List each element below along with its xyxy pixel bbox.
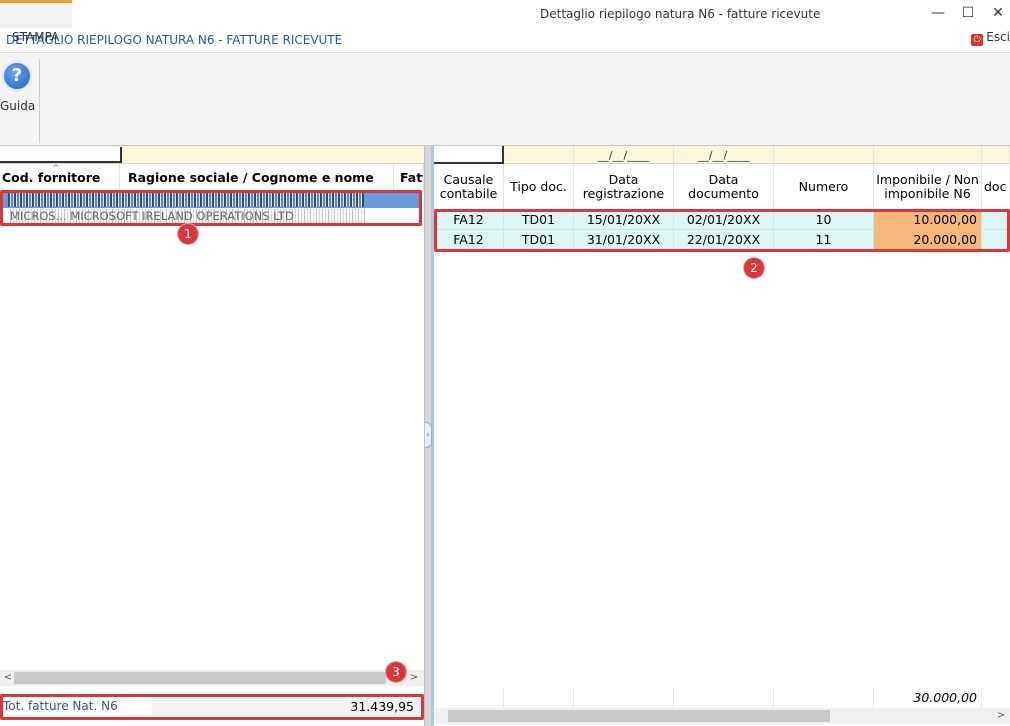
badge-1: 1	[178, 224, 198, 244]
scroll-right-icon[interactable]: >	[994, 708, 1008, 724]
footer-cell	[774, 688, 874, 708]
footer-cell	[434, 688, 504, 708]
col-causale-contabile[interactable]: Causale contabile	[434, 164, 504, 210]
guida-label: Guida	[0, 99, 36, 113]
col-data-documento[interactable]: Data documento	[674, 164, 774, 210]
col-fatture[interactable]: Fatt	[396, 164, 424, 192]
left-horizontal-scrollbar[interactable]: < >	[0, 670, 424, 686]
scroll-right-icon[interactable]: >	[408, 670, 420, 686]
highlight-box-3	[0, 694, 424, 720]
supplier-grid: ^ Cod. fornitore Ragione sociale / Cogno…	[0, 146, 424, 726]
right-horizontal-scrollbar[interactable]: >	[434, 708, 1010, 724]
close-button[interactable]: ✕	[986, 3, 1010, 23]
right-header: Causale contabile Tipo doc. Data registr…	[434, 164, 1010, 210]
badge-3: 3	[386, 662, 406, 682]
left-filter-row	[0, 146, 424, 164]
window-title: Dettaglio riepilogo natura N6 - fatture …	[540, 7, 821, 21]
title-bar: DETTAGLIO RIEPILOGO NATURA N6 - FATTURE …	[0, 0, 1010, 52]
footer-cell	[674, 688, 774, 708]
ribbon: ? Guida	[0, 52, 1010, 146]
scroll-thumb[interactable]	[14, 672, 386, 684]
power-icon: ⏻	[971, 34, 984, 46]
col-numero[interactable]: Numero	[774, 164, 874, 210]
panel-splitter[interactable]: ‹	[424, 146, 434, 726]
esci-label: Esci	[986, 30, 1010, 44]
right-footer: 30.000,00	[434, 688, 1010, 708]
collapse-left-icon[interactable]: ‹	[425, 422, 432, 448]
filter-causale[interactable]	[434, 146, 504, 164]
col-data-registrazione[interactable]: Data registrazione	[574, 164, 674, 210]
col-imponibile[interactable]: Imponibile / Non imponibile N6	[874, 164, 982, 210]
tab-stampa-label: STAMPA	[12, 30, 60, 44]
minimize-button[interactable]: —	[926, 3, 950, 23]
filter-doc[interactable]	[982, 146, 1010, 164]
filter-data-documento[interactable]: __/__/____	[674, 146, 774, 164]
scroll-thumb[interactable]	[448, 710, 830, 722]
esci-button[interactable]: ⏻ Esci	[971, 30, 1010, 46]
maximize-button[interactable]: ☐	[956, 3, 980, 23]
footer-cell	[504, 688, 574, 708]
filter-tipo-doc[interactable]	[504, 146, 574, 164]
guida-button[interactable]: ? Guida	[0, 59, 40, 143]
highlight-box-2	[434, 209, 1010, 252]
left-header: ^ Cod. fornitore Ragione sociale / Cogno…	[0, 164, 424, 192]
invoice-grid: __/__/____ __/__/____ Causale contabile …	[434, 146, 1010, 726]
scroll-left-icon[interactable]: <	[2, 670, 14, 686]
help-icon: ?	[2, 61, 32, 91]
right-filter-row: __/__/____ __/__/____	[434, 146, 1010, 164]
footer-total-imponibile: 30.000,00	[874, 688, 982, 708]
filter-data-registrazione[interactable]: __/__/____	[574, 146, 674, 164]
footer-cell	[574, 688, 674, 708]
col-doc[interactable]: doc	[982, 164, 1010, 210]
badge-2: 2	[744, 258, 764, 278]
col-tipo-doc[interactable]: Tipo doc.	[504, 164, 574, 210]
col-ragione-sociale[interactable]: Ragione sociale / Cognome e nome	[124, 164, 394, 192]
col-cod-fornitore[interactable]: Cod. fornitore	[0, 164, 120, 192]
filter-imponibile[interactable]	[874, 146, 982, 164]
filter-numero[interactable]	[774, 146, 874, 164]
filter-cod-fornitore[interactable]	[0, 147, 122, 163]
highlight-box-1	[0, 190, 422, 226]
